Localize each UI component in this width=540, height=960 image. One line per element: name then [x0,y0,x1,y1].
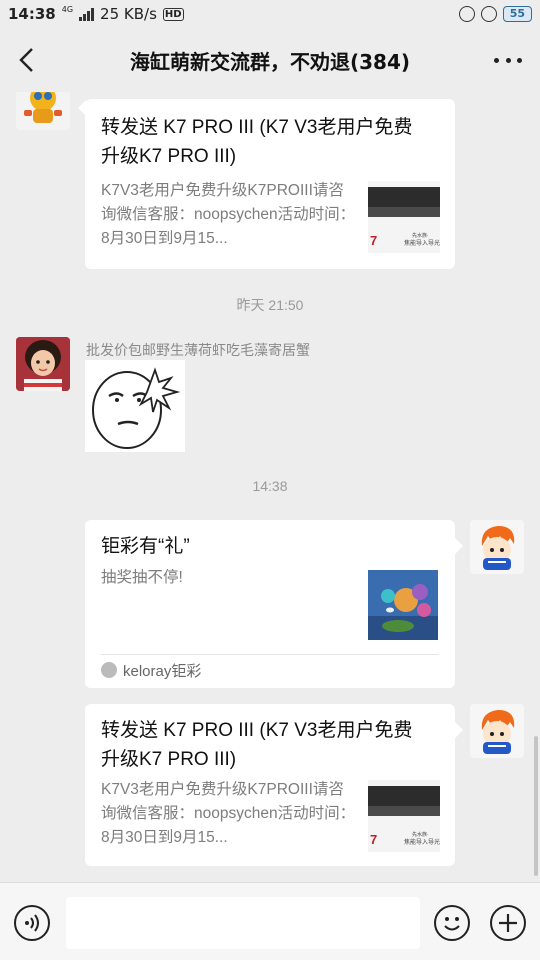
svg-text:7: 7 [370,832,377,847]
voice-button[interactable] [14,905,50,941]
card-description: K7V3老用户免费升级K7PROIII请咨询微信客服：noopsychen活动时… [101,781,356,846]
more-icon-dot [505,57,511,63]
message-input[interactable] [66,897,420,949]
sticker-message[interactable] [85,360,185,452]
more-button[interactable] [494,48,522,72]
timestamp: 14:38 [252,478,288,494]
alarm-icon [458,6,475,22]
svg-text:7: 7 [370,233,377,248]
avatar[interactable] [16,92,70,130]
svg-text:焦能导入导光: 焦能导入导光 [404,838,440,846]
chat-title: 海缸萌新交流群，不劝退(384) [129,50,411,74]
link-card[interactable]: 转发送 K7 PRO III (K7 V3老用户免费升级K7 PRO III) … [85,704,455,866]
more-icon-dot [494,57,499,63]
card-title: 转发送 K7 PRO III (K7 V3老用户免费升级K7 PRO III) [101,720,413,770]
hd-icon: HD [162,7,184,21]
back-button[interactable] [14,46,42,74]
link-card[interactable]: 转发送 K7 PRO III (K7 V3老用户免费升级K7 PRO III) … [85,99,455,269]
card-source: keloray钜彩 [123,663,202,680]
battery-indicator: 55 [502,6,532,22]
status-time: 14:38 [8,5,56,23]
bubble-tail [455,538,463,554]
network-speed: 25 KB/s [100,5,157,23]
input-bar [0,882,540,960]
network-type: 4G [61,4,74,14]
girl-avatar-image [16,337,70,391]
emoji-button[interactable] [434,905,470,941]
card-divider [101,654,439,655]
cartoon-avatar-image [470,520,524,574]
bubble-tail [455,722,463,738]
card-title: 钜彩有“礼” [101,536,190,557]
signal-icon [79,7,95,21]
face-sticker-image [92,367,181,449]
svg-text:先水族·: 先水族· [412,831,429,838]
avatar[interactable] [470,520,524,574]
voice-icon [25,914,39,932]
plus-button[interactable] [490,905,526,941]
chat-header: 海缸萌新交流群，不劝退(384) [0,28,540,92]
card-description: 抽奖抽不停! [101,569,183,586]
robot-avatar-image [24,92,62,123]
emoji-icon [444,917,460,931]
card-title: 转发送 K7 PRO III (K7 V3老用户免费升级K7 PRO III) [101,117,413,167]
chat-area[interactable]: 转发送 K7 PRO III (K7 V3老用户免费升级K7 PRO III) … [0,92,540,882]
card-thumbnail: 7 先水族· 焦能导入导光 [368,181,440,253]
sender-name: 批发价包邮野生薄荷虾吃毛藻寄居蟹 [86,342,310,358]
card-thumbnail: 7 先水族· 焦能导入导光 [368,780,440,852]
avatar[interactable] [16,337,70,391]
back-arrow-icon [19,48,33,72]
plus-icon [499,914,517,932]
card-description: K7V3老用户免费升级K7PROIII请咨询微信客服：noopsychen活动时… [101,182,356,247]
svg-text:先水族·: 先水族· [412,232,429,239]
avatar[interactable] [470,704,524,758]
more-icon-dot [517,57,522,63]
link-card[interactable]: 钜彩有“礼” 抽奖抽不停! keloray钜彩 [85,520,455,688]
card-thumbnail [368,570,438,640]
source-icon [101,662,117,678]
svg-text:焦能导入导光: 焦能导入导光 [404,239,440,247]
timestamp: 昨天 21:50 [236,297,304,313]
status-bar: 14:38 4G 25 KB/s HD 55 [0,0,540,28]
lock-icon [480,6,497,22]
cartoon-avatar-image [470,704,524,758]
chat-scrollbar[interactable] [534,736,538,876]
